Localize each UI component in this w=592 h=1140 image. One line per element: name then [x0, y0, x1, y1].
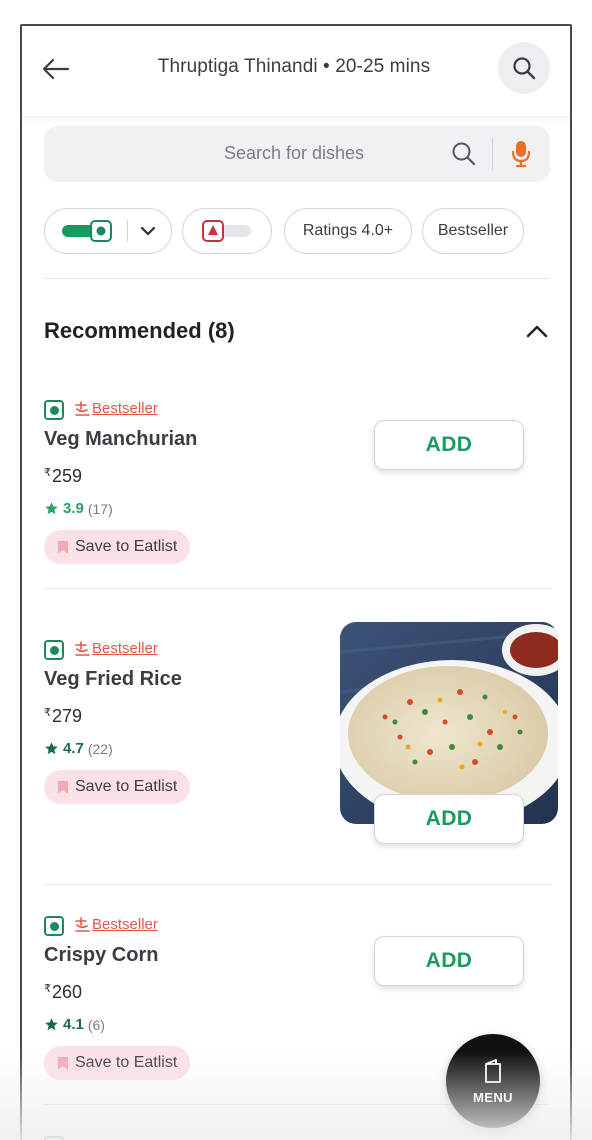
price-value: 259	[52, 466, 83, 486]
save-to-eatlist-button[interactable]: Save to Eatlist	[44, 770, 191, 804]
bestseller-tag: Bestseller	[74, 640, 158, 657]
search-icon[interactable]	[450, 140, 478, 168]
item-rating: 4.1 (6)	[44, 1016, 105, 1033]
header-bar: Thruptiga Thinandi • 20-25 mins	[22, 26, 570, 116]
header-search-button[interactable]	[498, 42, 550, 94]
veg-toggle-icon[interactable]	[61, 220, 113, 242]
app-screen: Thruptiga Thinandi • 20-25 mins Search f…	[20, 24, 572, 1140]
add-button[interactable]: ADD	[374, 936, 524, 986]
rating-value: 4.1	[63, 1016, 84, 1033]
section-divider	[44, 278, 550, 279]
eatlist-label: Save to Eatlist	[75, 538, 178, 555]
item-price: ₹260	[44, 982, 82, 1003]
item-divider	[44, 884, 550, 885]
ratings-filter-chip[interactable]: Ratings 4.0+	[284, 208, 412, 254]
item-name: Veg Fried Rice	[44, 668, 182, 690]
rating-count: (6)	[87, 1016, 105, 1033]
add-button[interactable]: ADD	[374, 794, 524, 844]
bestseller-icon	[75, 640, 90, 656]
section-title: Recommended (8)	[44, 318, 235, 343]
save-to-eatlist-button[interactable]: Save to Eatlist	[44, 1046, 191, 1080]
item-divider	[44, 588, 550, 589]
star-icon	[45, 1018, 58, 1031]
microphone-icon[interactable]	[510, 139, 532, 169]
bookmark-icon	[58, 780, 68, 794]
menu-label: MENU	[473, 1089, 513, 1105]
add-button[interactable]: ADD	[374, 420, 524, 470]
search-icon	[513, 57, 536, 80]
rating-count: (22)	[87, 740, 113, 757]
eatlist-label: Save to Eatlist	[75, 778, 178, 795]
save-to-eatlist-button[interactable]: Save to Eatlist	[44, 530, 191, 564]
star-icon	[45, 502, 58, 515]
bestseller-tag: Bestseller	[74, 400, 158, 417]
chevron-down-icon[interactable]	[140, 226, 156, 236]
nonveg-toggle-icon[interactable]	[201, 220, 253, 242]
bestseller-label: Bestseller	[92, 640, 158, 657]
item-price: ₹279	[44, 706, 82, 727]
rating-value: 4.7	[63, 740, 84, 757]
bestseller-label: Bestseller	[92, 916, 158, 933]
star-icon	[45, 742, 58, 755]
price-value: 279	[52, 706, 83, 726]
search-divider	[492, 138, 493, 170]
bookmark-icon	[58, 540, 68, 554]
bestseller-filter-chip[interactable]: Bestseller	[422, 208, 524, 254]
currency-symbol: ₹	[44, 707, 51, 719]
veg-icon	[44, 640, 64, 660]
bestseller-label: Bestseller	[92, 400, 158, 417]
bookmark-icon	[58, 1056, 68, 1070]
dish-search-bar[interactable]: Search for dishes	[44, 126, 550, 182]
back-button[interactable]	[38, 52, 74, 86]
bestseller-tag: Bestseller	[74, 916, 158, 933]
chip-divider	[126, 220, 128, 242]
veg-filter-chip[interactable]	[44, 208, 172, 254]
eatlist-label: Save to Eatlist	[75, 1054, 178, 1071]
currency-symbol: ₹	[44, 467, 51, 479]
item-rating: 4.7 (22)	[44, 740, 113, 757]
rating-value: 3.9	[63, 500, 84, 517]
rating-count: (17)	[87, 500, 113, 517]
veg-icon	[44, 400, 64, 420]
item-name: Veg Manchurian	[44, 428, 198, 450]
menu-fab-button[interactable]: MENU	[446, 1034, 540, 1128]
chevron-up-icon[interactable]	[526, 324, 548, 338]
nonveg-filter-chip[interactable]	[182, 208, 272, 254]
arrow-left-icon	[42, 58, 70, 80]
item-price: ₹259	[44, 466, 82, 487]
veg-icon	[44, 1136, 64, 1140]
bestseller-icon	[75, 400, 90, 416]
item-name: Crispy Corn	[44, 944, 159, 966]
item-rating: 3.9 (17)	[44, 500, 113, 517]
bestseller-icon	[75, 916, 90, 932]
currency-symbol: ₹	[44, 983, 51, 995]
price-value: 260	[52, 982, 83, 1002]
veg-icon	[44, 916, 64, 936]
book-icon	[485, 1058, 501, 1083]
restaurant-title: Thruptiga Thinandi • 20-25 mins	[157, 56, 431, 77]
